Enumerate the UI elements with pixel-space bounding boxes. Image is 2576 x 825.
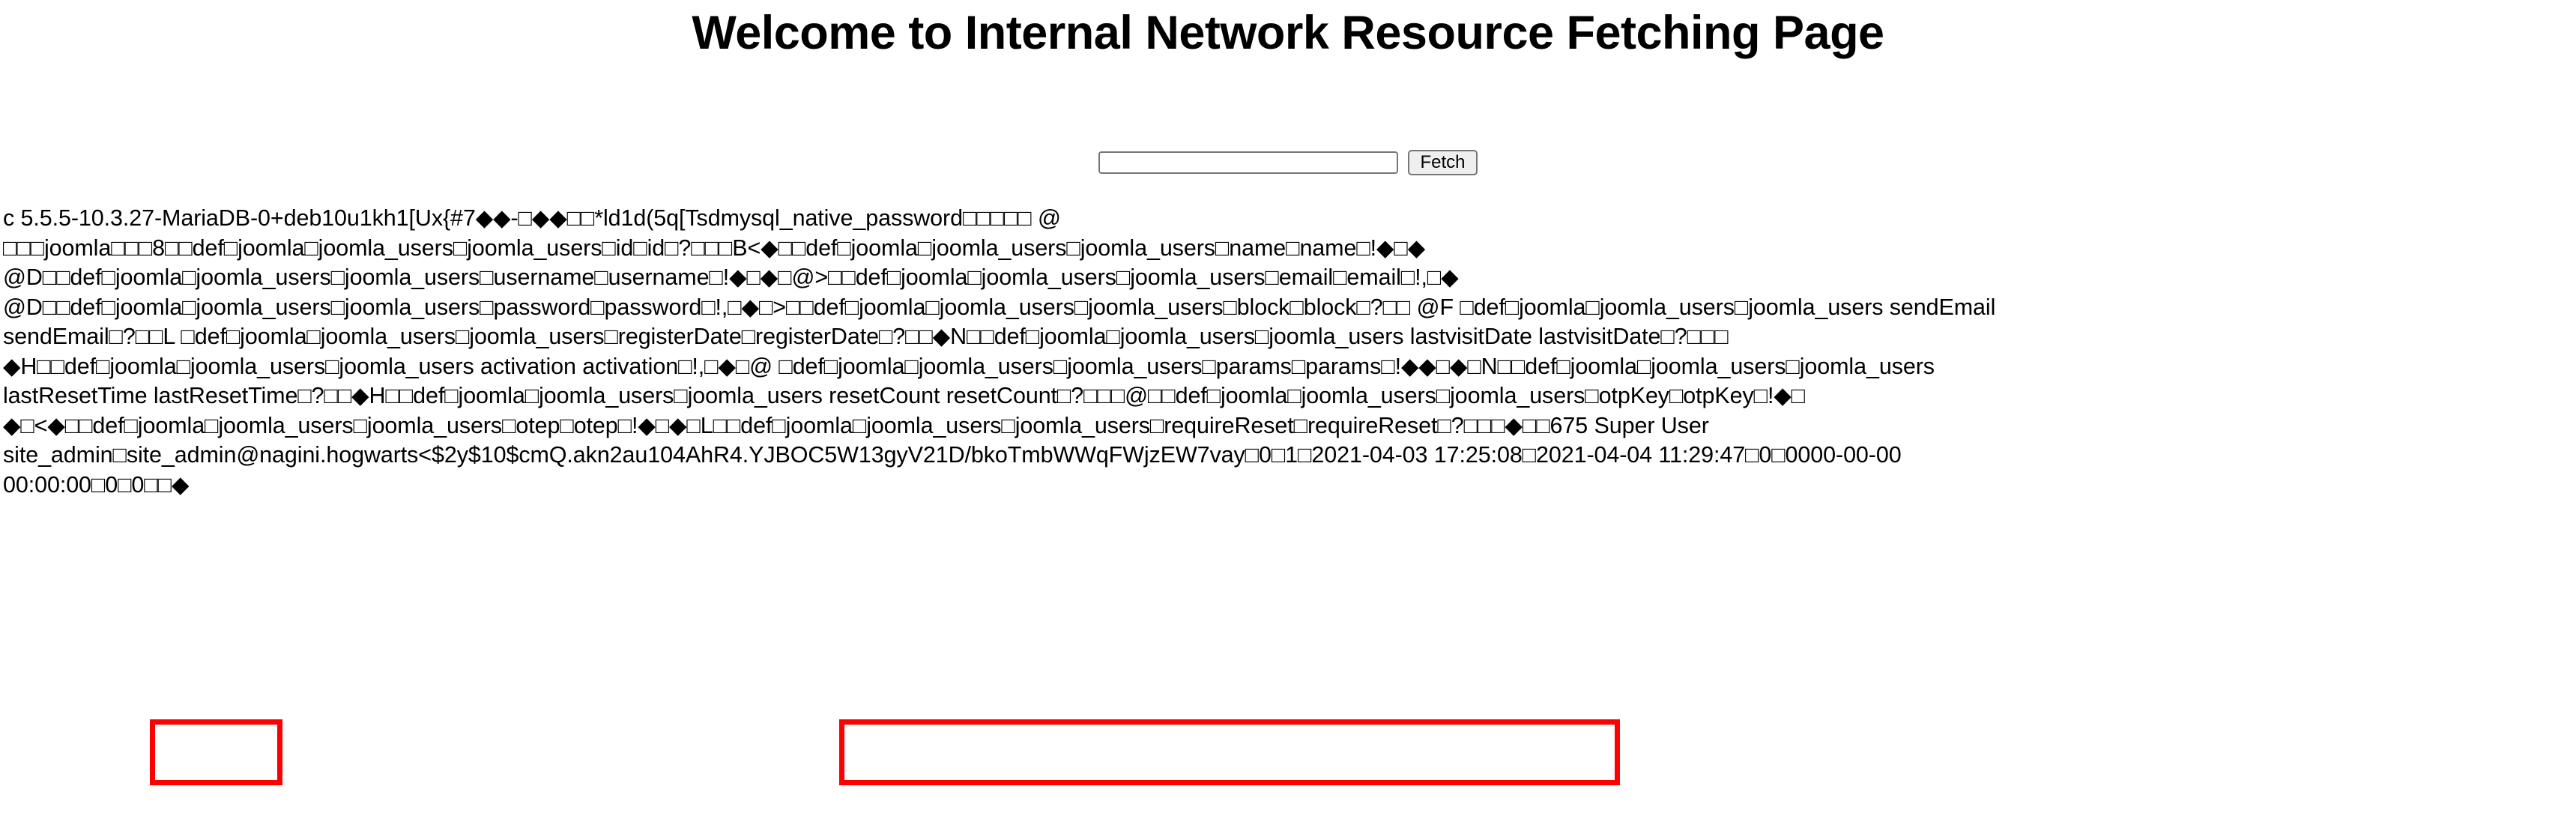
annotation-box-username: [150, 719, 282, 786]
response-output-region: c 5.5.5-10.3.27-MariaDB-0+deb10u1kh1[Ux{…: [0, 204, 2576, 786]
annotation-box-password-hash: [839, 719, 1620, 786]
url-input[interactable]: [1098, 151, 1399, 175]
page-title: Welcome to Internal Network Resource Fet…: [692, 7, 1884, 59]
raw-response-dump: c 5.5.5-10.3.27-MariaDB-0+deb10u1kh1[Ux{…: [3, 205, 1996, 498]
fetch-button[interactable]: Fetch: [1408, 150, 1478, 176]
fetch-form: Fetch: [0, 150, 2576, 176]
